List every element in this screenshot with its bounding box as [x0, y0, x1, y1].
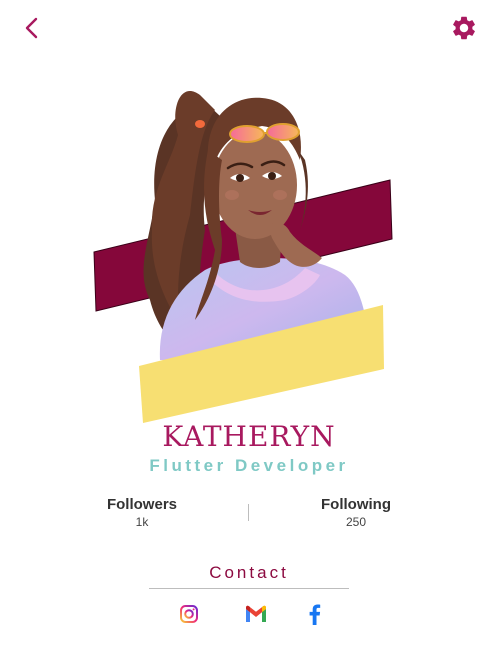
instagram-button[interactable] — [176, 601, 202, 627]
contact-heading: Contact — [209, 563, 289, 582]
followers-label: Followers — [106, 496, 177, 513]
gmail-button[interactable] — [243, 601, 269, 627]
profile-illustration — [93, 90, 393, 423]
settings-button[interactable] — [450, 14, 478, 42]
following-stat[interactable]: Following 250 — [266, 496, 446, 529]
face — [213, 131, 297, 239]
facebook-icon — [309, 604, 321, 625]
followers-count: 1k — [135, 515, 149, 529]
gear-icon — [453, 16, 475, 40]
followers-stat[interactable]: Followers 1k — [52, 496, 232, 529]
chevron-left-icon — [25, 17, 38, 39]
contact-divider — [149, 588, 349, 589]
profile-stats: Followers 1k Following 250 — [0, 496, 498, 536]
sunglasses-right — [266, 123, 300, 141]
instagram-icon — [180, 605, 198, 623]
profile-hero — [0, 60, 498, 440]
gmail-icon — [246, 605, 266, 622]
stats-divider — [248, 504, 249, 521]
sunglasses-left — [229, 125, 265, 143]
profile-role: Flutter Developer — [149, 456, 349, 475]
profile-name: KATHERYN — [162, 420, 336, 453]
back-button[interactable] — [18, 14, 46, 42]
facebook-button[interactable] — [302, 601, 328, 627]
following-count: 250 — [345, 515, 367, 529]
following-label: Following — [321, 496, 391, 513]
